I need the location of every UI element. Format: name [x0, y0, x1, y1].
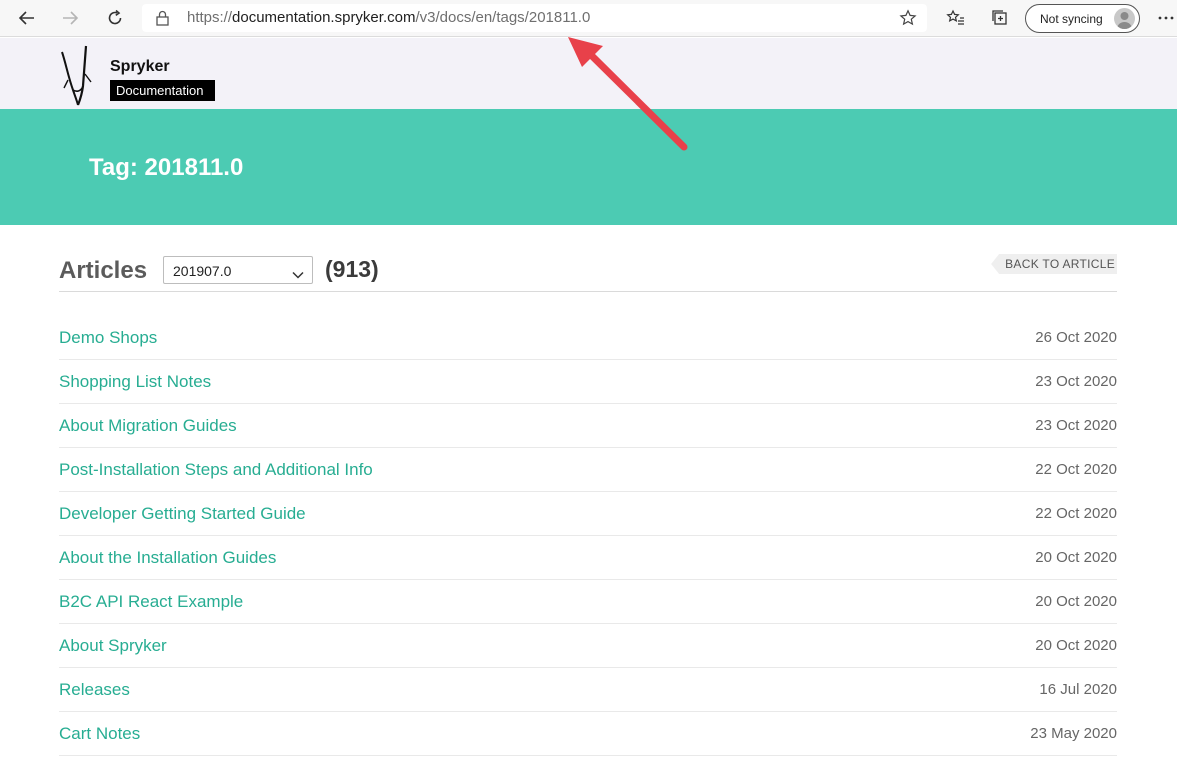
article-link[interactable]: B2C API React Example: [59, 592, 243, 612]
brand-badge[interactable]: Documentation: [110, 80, 215, 101]
refresh-icon[interactable]: [101, 4, 129, 32]
article-count: (913): [325, 256, 379, 282]
article-date: 23 Oct 2020: [1035, 417, 1117, 434]
back-arrow-icon[interactable]: [13, 4, 41, 32]
article-row: About the Installation Guides 20 Oct 2020: [59, 536, 1117, 580]
article-row: Demo Shops 26 Oct 2020: [59, 316, 1117, 360]
more-options-icon[interactable]: [1152, 4, 1177, 32]
article-link[interactable]: About Migration Guides: [59, 416, 237, 436]
article-date: 23 May 2020: [1030, 725, 1117, 742]
forward-arrow-icon[interactable]: [56, 4, 84, 32]
article-link[interactable]: Developer Getting Started Guide: [59, 504, 306, 524]
article-date: 26 Oct 2020: [1035, 329, 1117, 346]
page-title: Tag: 201811.0: [89, 154, 244, 181]
favorites-list-icon[interactable]: [942, 4, 970, 32]
version-select[interactable]: 201907.0: [163, 256, 313, 284]
article-row: About Migration Guides 23 Oct 2020: [59, 404, 1117, 448]
article-date: 22 Oct 2020: [1035, 505, 1117, 522]
article-link[interactable]: Shopping List Notes: [59, 372, 211, 392]
version-select-value: 201907.0: [173, 263, 232, 279]
article-row: Developer Getting Started Guide 22 Oct 20…: [59, 492, 1117, 536]
article-link[interactable]: Demo Shops: [59, 328, 157, 348]
articles-header: Articles 201907.0 (913) BACK TO ARTICLE: [59, 252, 1117, 292]
url-text: https://documentation.spryker.com/v3/doc…: [187, 9, 591, 26]
articles-heading: Articles: [59, 257, 148, 284]
article-link[interactable]: About the Installation Guides: [59, 548, 276, 568]
spryker-logo-icon[interactable]: [58, 44, 102, 111]
brand-name[interactable]: Spryker: [110, 58, 170, 76]
article-row: Releases 16 Jul 2020: [59, 668, 1117, 712]
article-date: 23 Oct 2020: [1035, 373, 1117, 390]
article-date: 20 Oct 2020: [1035, 637, 1117, 654]
article-date: 20 Oct 2020: [1035, 593, 1117, 610]
browser-toolbar: https://documentation.spryker.com/v3/doc…: [0, 0, 1177, 37]
profile-avatar-icon: [1114, 8, 1135, 29]
article-row: B2C API React Example 20 Oct 2020: [59, 580, 1117, 624]
article-date: 22 Oct 2020: [1035, 461, 1117, 478]
article-list: Demo Shops 26 Oct 2020 Shopping List Notes…: [59, 316, 1117, 756]
profile-button[interactable]: Not syncing: [1025, 4, 1140, 33]
profile-status-label: Not syncing: [1040, 12, 1103, 26]
chevron-down-icon: [292, 266, 304, 284]
article-date: 20 Oct 2020: [1035, 549, 1117, 566]
article-row: Post-Installation Steps and Additional I…: [59, 448, 1117, 492]
article-link[interactable]: Post-Installation Steps and Additional I…: [59, 460, 373, 480]
collections-icon[interactable]: [986, 4, 1014, 32]
site-header: Spryker Documentation: [0, 38, 1177, 109]
article-row: Cart Notes 23 May 2020: [59, 712, 1117, 756]
article-row: About Spryker 20 Oct 2020: [59, 624, 1117, 668]
article-date: 16 Jul 2020: [1039, 681, 1117, 698]
article-link[interactable]: Cart Notes: [59, 724, 140, 744]
back-to-article-button[interactable]: BACK TO ARTICLE: [991, 254, 1117, 274]
article-link[interactable]: Releases: [59, 680, 130, 700]
article-row: Shopping List Notes 23 Oct 2020: [59, 360, 1117, 404]
address-bar[interactable]: https://documentation.spryker.com/v3/doc…: [142, 4, 927, 32]
article-link[interactable]: About Spryker: [59, 636, 167, 656]
lock-icon: [156, 10, 169, 31]
tag-hero-banner: Tag: 201811.0: [0, 109, 1177, 225]
favorite-star-icon[interactable]: [899, 9, 917, 32]
